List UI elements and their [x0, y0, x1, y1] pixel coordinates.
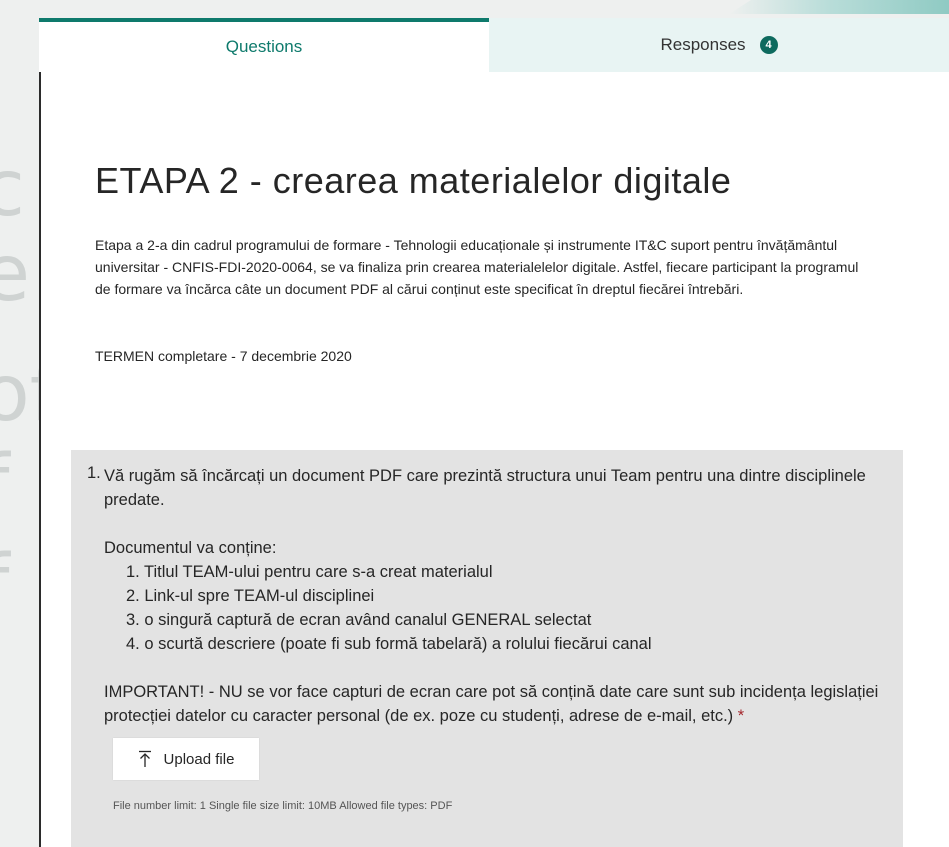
form-title: ETAPA 2 - crearea materialelor digitale [95, 160, 732, 201]
list-item: 4. o scurtă descriere (poate fi sub form… [126, 635, 652, 653]
question-important-note: IMPORTANT! - NU se vor face capturi de e… [104, 680, 884, 728]
corner-accent [729, 0, 949, 14]
important-text: IMPORTANT! - NU se vor face capturi de e… [104, 683, 879, 725]
form-deadline: TERMEN completare - 7 decembrie 2020 [95, 348, 352, 364]
background-decoration: c e of f f [0, 0, 40, 847]
upload-file-label: Upload file [163, 750, 235, 768]
list-item: 2. Link-ul spre TEAM-ul disciplinei [126, 587, 375, 605]
bg-letter: f [0, 545, 9, 623]
question-number: 1. [87, 464, 101, 482]
list-item: 3. o singură captură de ecran având cana… [126, 611, 592, 629]
panel-left-border [39, 72, 41, 847]
bg-letter: e [0, 229, 30, 319]
question-list-heading: Documentul va conține: [104, 539, 277, 557]
tab-questions-label: Questions [225, 37, 303, 56]
list-item: 1. Titlul TEAM-ului pentru care s-a crea… [126, 563, 493, 581]
tab-responses-label: Responses [660, 35, 746, 54]
question-intro: Vă rugăm să încărcați un document PDF ca… [104, 467, 866, 509]
upload-arrow-icon [138, 750, 151, 767]
required-mark: * [737, 707, 745, 725]
bg-letter: of [0, 349, 40, 439]
question-text: Vă rugăm să încărcați un document PDF ca… [104, 464, 884, 728]
bg-letter: f [0, 445, 9, 523]
bg-letter: c [0, 144, 25, 234]
form-description: Etapa a 2-a din cadrul programului de fo… [95, 237, 859, 297]
tab-bar: Questions Responses 4 [39, 18, 949, 72]
question-card[interactable]: 1. Vă rugăm să încărcați un document PDF… [71, 450, 903, 847]
tab-questions[interactable]: Questions [39, 18, 489, 72]
tab-responses[interactable]: Responses 4 [489, 18, 949, 72]
upload-file-button[interactable]: Upload file [113, 738, 259, 780]
responses-count-badge: 4 [759, 36, 778, 54]
form-panel: Questions Responses 4 ETAPA 2 - crearea … [39, 18, 949, 847]
upload-limits-text: File number limit: 1 Single file size li… [113, 800, 453, 812]
question-requirements-list: 1. Titlul TEAM-ului pentru care s-a crea… [104, 560, 884, 656]
